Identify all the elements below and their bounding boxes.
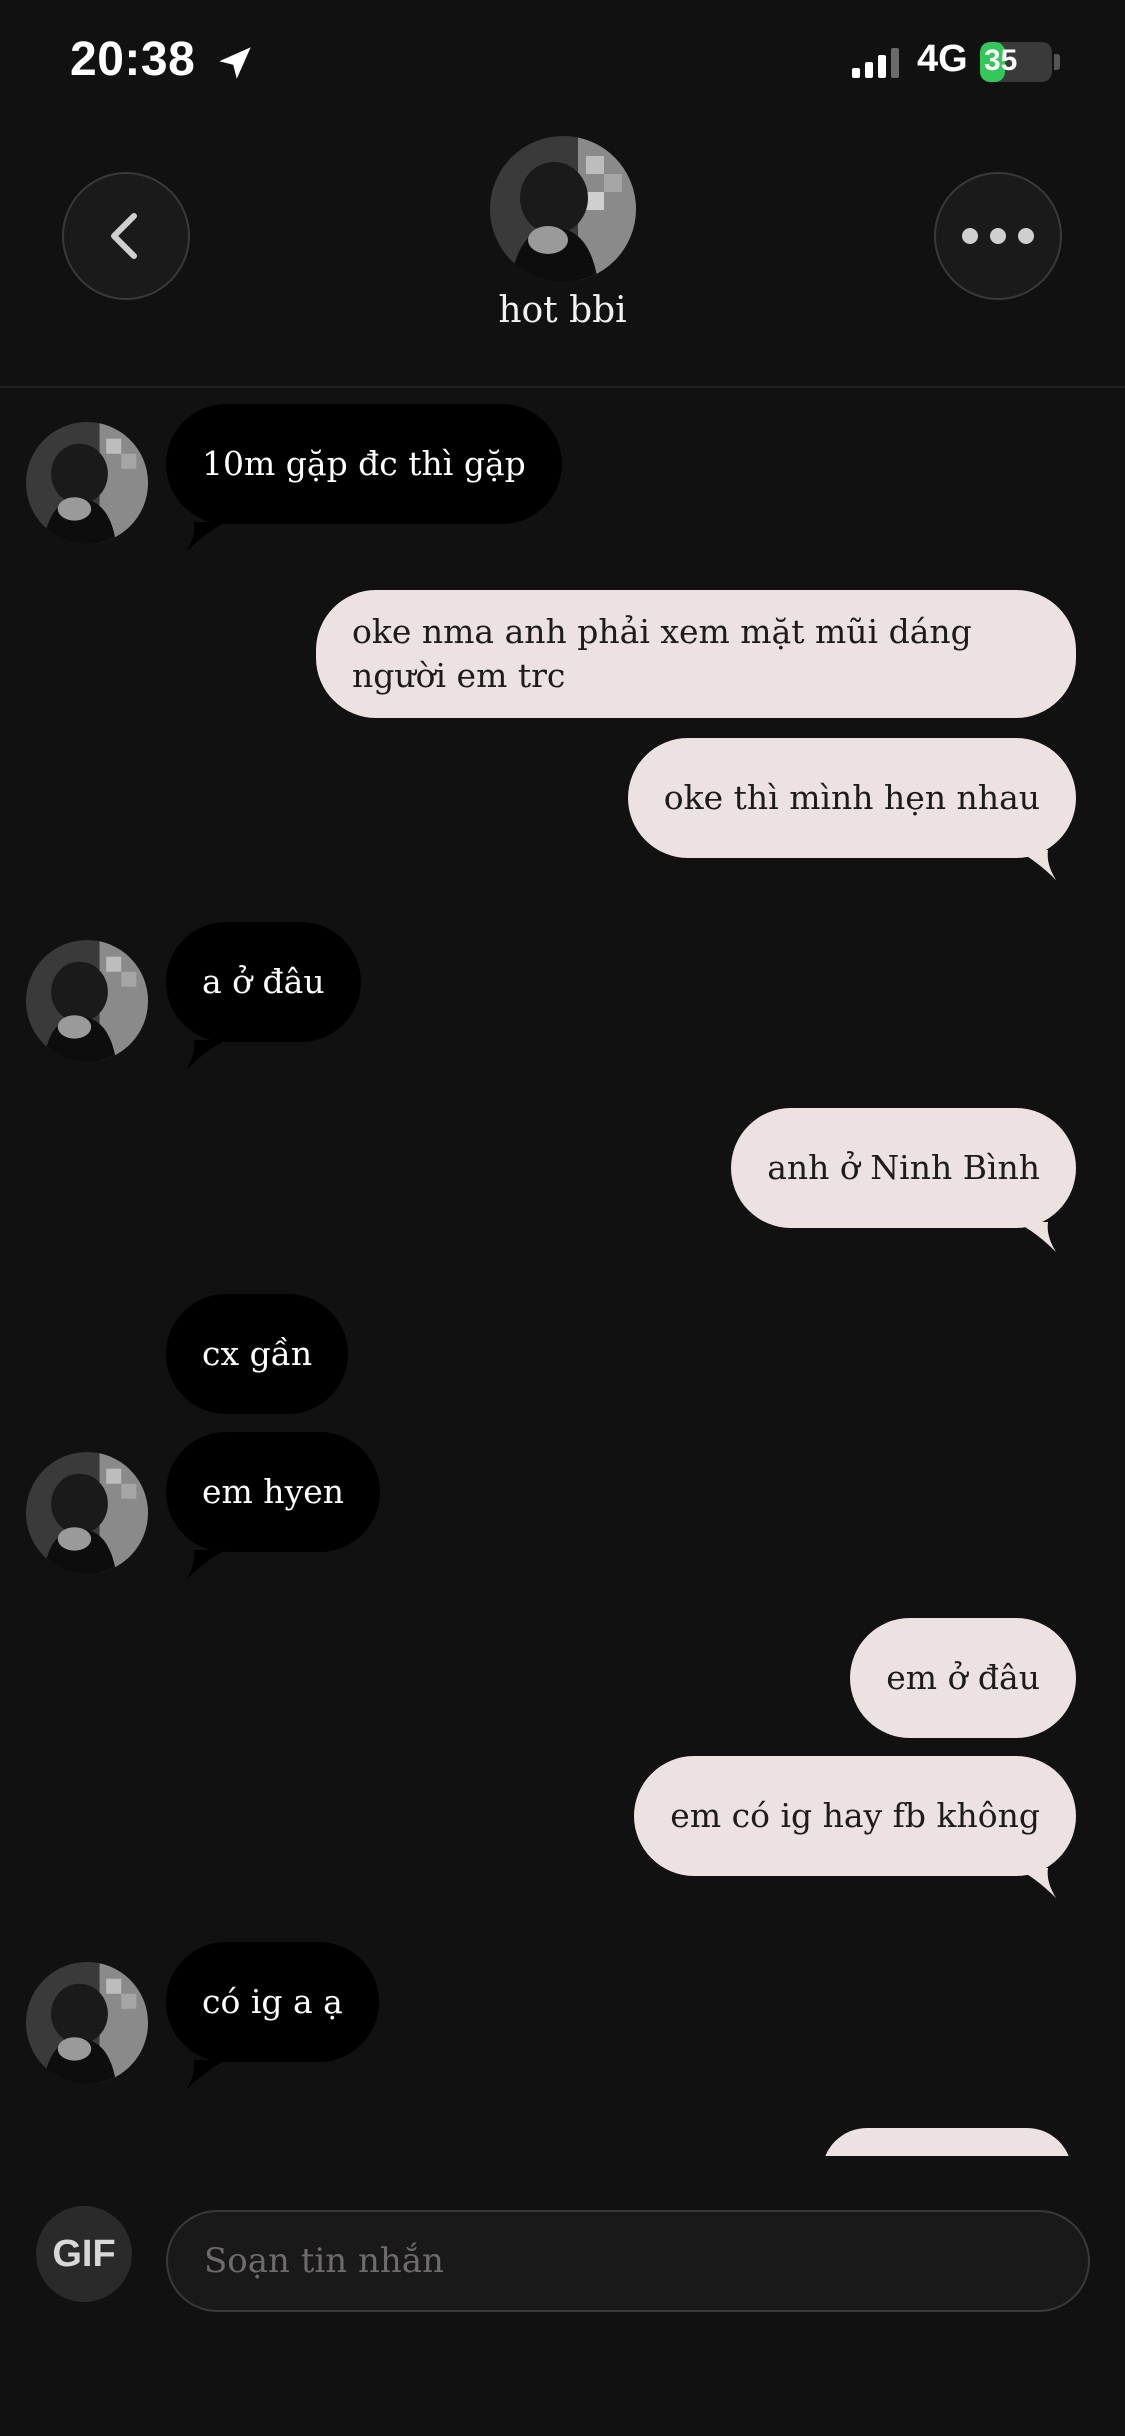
bubble-tail — [1016, 1222, 1056, 1252]
sender-avatar[interactable] — [26, 422, 148, 544]
more-options-button[interactable] — [934, 172, 1062, 300]
contact-avatar[interactable] — [490, 136, 636, 282]
message-bubble-outgoing[interactable]: anh ở Ninh Bình — [731, 1108, 1076, 1228]
bubble-tail — [186, 2060, 226, 2090]
signal-icon — [852, 48, 899, 78]
network-type: 4G — [917, 38, 968, 80]
message-bubble-incoming[interactable]: 10m gặp đc thì gặp — [166, 404, 562, 524]
status-bar: 20:38 4G 35 — [0, 0, 1125, 130]
avatar-photo — [26, 1452, 148, 1574]
message-bubble-outgoing[interactable]: em ở đâu — [850, 1618, 1076, 1738]
message-bubble-incoming[interactable]: a ở đâu — [166, 922, 361, 1042]
avatar-photo — [490, 136, 636, 282]
bubble-tail — [186, 522, 226, 552]
bubble-tail — [186, 1040, 226, 1070]
sender-avatar[interactable] — [26, 1452, 148, 1574]
bubble-tail — [186, 1550, 226, 1580]
message-bubble-incoming[interactable]: có ig a ạ — [166, 1942, 379, 2062]
bubble-tail — [1016, 1868, 1056, 1898]
more-dots-icon — [962, 228, 1034, 244]
avatar-photo — [26, 1962, 148, 2084]
battery-cap — [1054, 54, 1060, 70]
avatar-photo — [26, 940, 148, 1062]
sender-avatar[interactable] — [26, 1962, 148, 2084]
avatar-photo — [26, 422, 148, 544]
message-bubble-outgoing[interactable]: oke nma anh phải xem mặt mũi dáng người … — [316, 590, 1076, 718]
message-bubble-outgoing[interactable]: oke thì mình hẹn nhau — [627, 738, 1076, 858]
header-divider — [0, 386, 1125, 388]
message-bubble-incoming[interactable]: em hyen — [166, 1432, 380, 1552]
message-bubble-outgoing[interactable]: em có ig hay fb không — [634, 1756, 1076, 1876]
message-bubble-incoming[interactable]: cx gần — [166, 1294, 349, 1414]
battery-percent: 35 — [984, 44, 1018, 77]
back-button[interactable] — [62, 172, 190, 300]
message-input[interactable] — [166, 2210, 1090, 2312]
bubble-tail — [1016, 850, 1056, 880]
location-arrow-icon — [219, 47, 251, 79]
sender-avatar[interactable] — [26, 940, 148, 1062]
battery-icon: 35 — [980, 42, 1052, 82]
chevron-left-icon — [111, 213, 137, 259]
status-time: 20:38 — [70, 33, 196, 86]
gif-button[interactable]: GIF — [36, 2206, 132, 2302]
contact-name[interactable]: hot bbi — [0, 290, 1125, 331]
